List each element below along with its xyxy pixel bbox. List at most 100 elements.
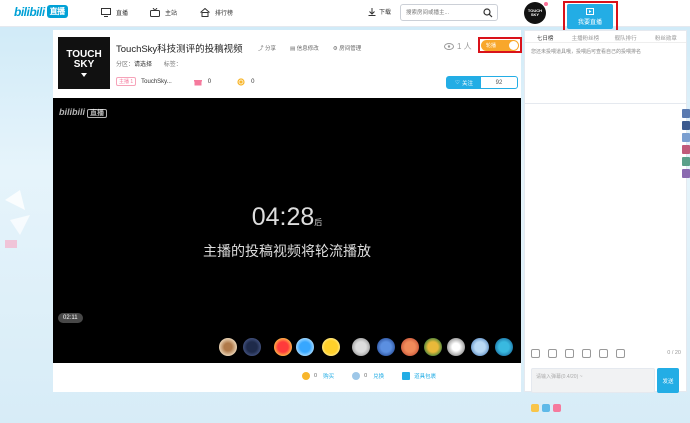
monitor-icon: [101, 8, 111, 17]
tab-fan-medal[interactable]: 粉丝勋章: [646, 31, 686, 42]
tab-fan-rank[interactable]: 主播粉丝榜: [565, 31, 605, 42]
silver-count: 0: [314, 373, 318, 379]
palette-icon[interactable]: [565, 349, 574, 358]
nav-item-main-site[interactable]: 主站: [150, 8, 177, 17]
report-icon[interactable]: [616, 349, 625, 358]
emoji-icon[interactable]: [531, 349, 540, 358]
category-select[interactable]: 请选择: [134, 62, 152, 68]
gift-icon-item[interactable]: [424, 338, 442, 356]
danmaku-input[interactable]: 请输入弹幕(0.4/20) ~: [531, 368, 655, 393]
anchor-name[interactable]: TouchSky...: [141, 79, 172, 85]
countdown-display: 04:28后: [53, 203, 521, 232]
nav-item-live[interactable]: 直播: [101, 8, 128, 17]
room-manage-button[interactable]: ⚙ 房间管理: [333, 44, 368, 52]
prop-package-link[interactable]: 道具包裹: [414, 372, 436, 380]
thumbnail[interactable]: [682, 133, 690, 142]
background-decoration: [5, 190, 30, 248]
package-icon: [402, 372, 411, 380]
viewer-count: 1 人: [444, 41, 472, 52]
room-meta: 分区：请选择 标签：: [116, 59, 182, 68]
buy-link[interactable]: 购买: [323, 372, 334, 380]
gift-icon-item[interactable]: [219, 338, 237, 356]
rotate-toggle[interactable]: 轮播: [481, 40, 519, 51]
bilibili-logo[interactable]: bilibili 直播: [14, 5, 68, 19]
ranking-tabs: 七日榜 主播粉丝榜 舰队排行 粉丝勋章: [525, 31, 686, 43]
watermark-text: bilibili: [59, 107, 85, 117]
char-counter: 0 / 20: [667, 350, 681, 356]
gift-icon-item[interactable]: [447, 338, 465, 356]
gift-icon-item[interactable]: [377, 338, 395, 356]
follow-label: 关注: [461, 80, 473, 87]
room-header: TOUCH SKY TouchSky科技测评的投稿视频 ⤴ 分享 ▤ 信息修改 …: [53, 30, 521, 97]
tags-label: 标签：: [163, 62, 182, 68]
nav-item-label: 主站: [165, 11, 178, 17]
download-icon: [368, 7, 376, 16]
gold-count: 0: [364, 373, 368, 379]
countdown-suffix: 后: [314, 218, 323, 227]
gold-coin-icon: [352, 372, 361, 380]
gift-icon: [193, 79, 202, 85]
exchange-link[interactable]: 兑换: [373, 372, 384, 380]
logo-text: bilibili: [14, 5, 45, 19]
badge-icon[interactable]: [542, 404, 550, 412]
trash-icon[interactable]: [582, 349, 591, 358]
room-avatar[interactable]: TOUCH SKY: [58, 37, 110, 89]
share-button[interactable]: ⤴ 分享: [258, 44, 283, 52]
viewer-count-text: 1 人: [457, 42, 472, 51]
video-icon: [586, 7, 594, 15]
gift-count: 0: [207, 78, 212, 85]
gift-icon-item[interactable]: [296, 338, 314, 356]
gift-icon-item[interactable]: [322, 338, 340, 356]
video-player[interactable]: bilibili 直播 04:28后 主播的投稿视频将轮流播放 02:11: [53, 98, 521, 363]
gift-bar: [53, 363, 521, 392]
search-box: [400, 4, 498, 21]
notification-dot: [544, 2, 548, 6]
badge-icon[interactable]: [553, 404, 561, 412]
my-live-label: 我要直播: [577, 19, 602, 26]
edit-info-button[interactable]: ▤ 信息修改: [290, 44, 326, 52]
share-label: 分享: [265, 46, 277, 52]
gift-icon-item[interactable]: [401, 338, 419, 356]
gift-icon-item[interactable]: [495, 338, 513, 356]
ranking-notice: 您还未投喂道具哦，投喂后可查看自己的投喂排名: [531, 49, 642, 55]
gift-icon-item[interactable]: [243, 338, 261, 356]
block-icon[interactable]: [599, 349, 608, 358]
tab-fleet-rank[interactable]: 舰队排行: [606, 31, 646, 42]
gift-icon-item[interactable]: [352, 338, 370, 356]
currency-row: 0 购买 0 兑换 道具包裹: [302, 372, 436, 380]
nav-item-label: 排行榜: [215, 11, 234, 17]
coin-count: 0: [251, 78, 255, 85]
live-room-panel: TOUCH SKY TouchSky科技测评的投稿视频 ⤴ 分享 ▤ 信息修改 …: [53, 30, 521, 392]
my-live-button[interactable]: 我要直播: [567, 4, 613, 29]
gift-icon-item[interactable]: [274, 338, 292, 356]
playback-timer: 02:11: [58, 313, 83, 323]
anchor-row: 主播 1 TouchSky... 0 0: [116, 77, 254, 86]
coin-icon: [237, 77, 245, 86]
nav-item-ranking[interactable]: 排行榜: [200, 8, 233, 17]
tab-seven-day[interactable]: 七日榜: [525, 31, 565, 42]
search-input[interactable]: [401, 5, 479, 20]
user-avatar[interactable]: TOUCH SKY: [524, 2, 548, 24]
thumbnail[interactable]: [682, 109, 690, 118]
send-button[interactable]: 发送: [657, 368, 679, 393]
side-thumbnails: [682, 109, 690, 181]
search-icon[interactable]: [483, 8, 493, 18]
download-label: 下载: [379, 10, 392, 16]
follow-button[interactable]: ♡ 关注 92: [446, 76, 518, 89]
thumbnail[interactable]: [682, 157, 690, 166]
room-title: TouchSky科技测评的投稿视频: [116, 44, 243, 55]
edit-info-label: 信息修改: [296, 46, 319, 52]
thumbnail[interactable]: [682, 145, 690, 154]
download-link[interactable]: 下载: [368, 7, 391, 16]
thumbnail[interactable]: [682, 169, 690, 178]
logo-live-tag: 直播: [46, 5, 68, 18]
follow-part[interactable]: ♡ 关注: [447, 77, 481, 88]
gift-icon-item[interactable]: [471, 338, 489, 356]
danmaku-style-icon[interactable]: [548, 349, 557, 358]
heart-icon: ♡: [455, 79, 460, 86]
nav-item-label: 直播: [116, 11, 129, 17]
badge-icon[interactable]: [531, 404, 539, 412]
thumbnail[interactable]: [682, 121, 690, 130]
rotation-message: 主播的投稿视频将轮流播放: [203, 243, 371, 259]
follower-count: 92: [495, 79, 503, 86]
